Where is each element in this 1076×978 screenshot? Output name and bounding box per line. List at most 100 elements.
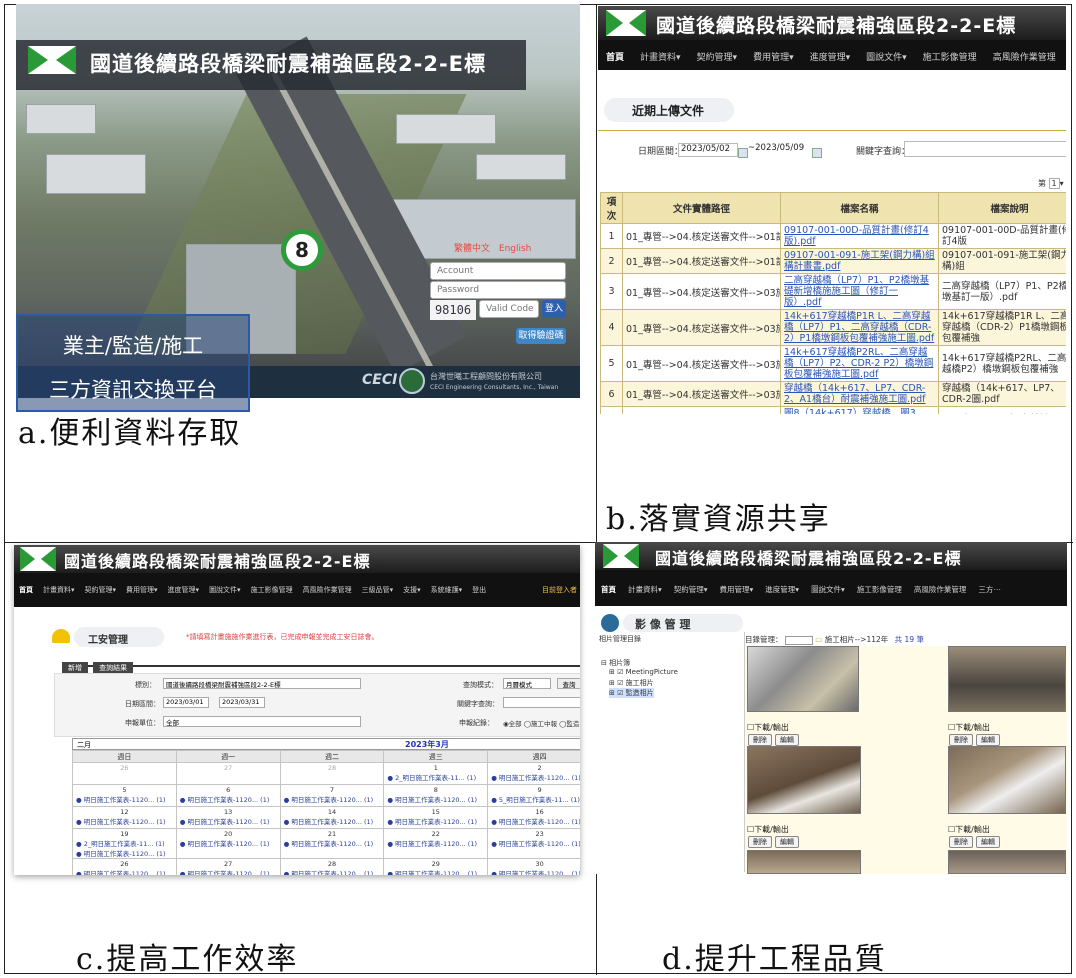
calendar-day[interactable]: 19 ● 2_明日施工作業表-11... (1) ● 明日施工作業表-1120...… (72, 828, 177, 859)
nav-item[interactable]: 施工影像管理 (915, 40, 985, 63)
calendar-day[interactable]: 27 (175, 762, 281, 785)
nav-item[interactable]: 三方⋯ (1064, 40, 1066, 63)
calendar-event[interactable]: ● 明日施工作業表-1120... (1) (73, 848, 176, 858)
calendar-event[interactable]: ● 明日施工作業表-1120... (1) (488, 816, 580, 826)
calendar-event[interactable]: ● 明日施工作業表-1120... (1) (177, 794, 280, 804)
calendar-day[interactable]: 23 ● 明日施工作業表-1120... (1) (487, 828, 580, 859)
delete-button[interactable]: 刪除 (748, 734, 772, 746)
calendar-day[interactable]: 26 (72, 762, 177, 785)
calendar-day[interactable]: 26 ● 明日施工作業表-1120... (1) (72, 858, 177, 875)
photo-download[interactable]: ☐下載/輸出 (747, 824, 789, 835)
calendar-day[interactable]: 2 ● 明日施工作業表-1120... (1) (487, 762, 580, 785)
mode-select[interactable]: 月曆模式 (503, 678, 551, 689)
calendar-day[interactable]: 9 ● 5_明日施工作業表-11... (1) (487, 784, 580, 807)
calendar-event[interactable]: ● 2_明日施工作業表-11... (1) (73, 838, 176, 848)
prev-month-link[interactable]: 二月 (77, 740, 91, 750)
delete-button[interactable]: 刪除 (748, 836, 772, 848)
nav-item[interactable]: 進度管理▾ (802, 40, 859, 63)
photo-download[interactable]: ☐下載/輸出 (948, 722, 990, 733)
nav-item[interactable]: 系統維護▾ (426, 573, 468, 595)
nav-item[interactable]: 圖說文件▾ (805, 570, 851, 595)
calendar-day[interactable]: 7 ● 明日施工作業表-1120... (1) (279, 784, 385, 807)
keyword-input[interactable] (904, 141, 1066, 157)
unit-select[interactable]: 全部 (163, 716, 361, 727)
calendar-event[interactable]: ● 明日施工作業表-1120... (1) (177, 816, 280, 826)
nav-item[interactable]: 計畫資料▾ (38, 573, 80, 595)
query-button[interactable]: 查詢 (557, 678, 580, 689)
calendar-event[interactable]: ● 2_明日施工作業表-11... (1) (384, 772, 487, 782)
calendar-event[interactable]: ● 明日施工作業表-1120... (1) (281, 794, 384, 804)
date-from-input[interactable]: 2023/03/01 (163, 697, 209, 708)
calendar-day[interactable]: 27 ● 明日施工作業表-1120... (1) (175, 858, 281, 875)
nav-item[interactable]: 圖說文件▾ (858, 40, 915, 63)
calendar-event[interactable]: ● 明日施工作業表-1120... (1) (281, 838, 384, 848)
site-photo[interactable] (948, 850, 1066, 874)
keyword-input[interactable] (503, 697, 580, 708)
dir-select[interactable] (784, 635, 813, 645)
nav-item[interactable]: 契約管理▾ (689, 40, 746, 63)
calendar-event[interactable]: ● 明日施工作業表-1120... (1) (281, 816, 384, 826)
nav-item[interactable]: 費用管理▾ (745, 40, 802, 63)
file-link[interactable]: 二高穿越橋（LP7）P1、P2橋墩基礎新增橋施施工圖（修訂一版）.pdf (780, 273, 939, 310)
file-link[interactable]: 14k+617穿越橋P2RL、二高穿越橋（LP7）P2、CDR-2 P2）橋墩鋼… (780, 345, 939, 382)
calendar-event[interactable]: ● 明日施工作業表-1120... (1) (281, 868, 384, 875)
nav-item[interactable]: 計畫資料▾ (622, 570, 668, 595)
calendar-event[interactable]: ● 明日施工作業表-1120... (1) (73, 816, 176, 826)
calendar-day[interactable]: 22 ● 明日施工作業表-1120... (1) (383, 828, 489, 859)
site-photo[interactable] (948, 746, 1066, 814)
calendar-day[interactable]: 13 ● 明日施工作業表-1120... (1) (175, 806, 281, 829)
nav-item[interactable]: 施工影像管理 (246, 573, 298, 595)
calendar-day[interactable]: 5 ● 明日施工作業表-1120... (1) (72, 784, 177, 807)
calendar-event[interactable]: ● 明日施工作業表-1120... (1) (488, 772, 580, 782)
photo-download[interactable]: ☐下載/輸出 (948, 824, 990, 835)
nav-item[interactable]: 進度管理▾ (759, 570, 805, 595)
site-photo[interactable] (747, 646, 859, 712)
delete-button[interactable]: 刪除 (949, 836, 973, 848)
nav-item[interactable]: 進度管理▾ (163, 573, 205, 595)
calendar-event[interactable]: ● 明日施工作業表-1120... (1) (488, 838, 580, 848)
calendar-event[interactable]: ● 5_明日施工作業表-11... (1) (488, 794, 580, 804)
edit-button[interactable]: 編輯 (775, 734, 799, 746)
valid-code-input[interactable] (479, 300, 539, 318)
calendar-event[interactable]: ● 明日施工作業表-1120... (1) (488, 868, 580, 875)
nav-item[interactable]: 圖說文件▾ (204, 573, 246, 595)
calendar-day[interactable]: 8 ● 明日施工作業表-1120... (1) (383, 784, 489, 807)
calendar-day[interactable]: 28 (279, 762, 385, 785)
tree-root[interactable]: ⊟ 相片簿 (601, 658, 630, 668)
nav-item[interactable]: 施工影像管理 (851, 570, 908, 595)
edit-button[interactable]: 編輯 (775, 836, 799, 848)
calendar-day[interactable]: 20 ● 明日施工作業表-1120... (1) (175, 828, 281, 859)
file-link[interactable]: 圖8（14k+617）穿越橋、圖3（LP7 P1）穿越橋基礎保水澆灌圖施工圖.p… (780, 406, 939, 414)
file-link[interactable]: 14k+617穿越橋P1R L、二高穿越橋（LP7）P1、二高穿越橋（CDR-2… (780, 309, 939, 346)
site-photo[interactable] (747, 746, 861, 814)
password-input[interactable] (430, 281, 566, 299)
nav-item[interactable]: 三方⋯ (972, 570, 1007, 595)
calendar-event[interactable]: ● 明日施工作業表-1120... (1) (177, 868, 280, 875)
calendar-event[interactable]: ● 明日施工作業表-1120... (1) (73, 794, 176, 804)
page-selector[interactable]: 第 1 ▾ (1038, 178, 1064, 189)
edit-button[interactable]: 編輯 (976, 734, 1000, 746)
calendar-day[interactable]: 14 ● 明日施工作業表-1120... (1) (279, 806, 385, 829)
tree-item[interactable]: ⊞ ☑ 施工相片 (609, 678, 654, 688)
date-to-input[interactable]: 2023/03/31 (219, 697, 265, 708)
calendar-day[interactable]: 12 ● 明日施工作業表-1120... (1) (72, 806, 177, 829)
nav-item[interactable]: 首頁 (14, 573, 38, 595)
calendar-day[interactable]: 29 ● 明日施工作業表-1120... (1) (383, 858, 489, 875)
nav-item[interactable]: 高風險作業管理 (908, 570, 973, 595)
nav-item[interactable]: 契約管理▾ (80, 573, 122, 595)
nav-item[interactable]: 契約管理▾ (668, 570, 714, 595)
date-from-input[interactable]: 2023/05/02 (678, 143, 738, 157)
nav-item[interactable]: 高風險作業管理 (985, 40, 1064, 63)
photo-download[interactable]: ☐下載/輸出 (747, 722, 789, 733)
nav-item[interactable]: 費用管理▾ (714, 570, 760, 595)
calendar-event[interactable]: ● 明日施工作業表-1120... (1) (384, 838, 487, 848)
login-button[interactable]: 登入 (542, 300, 566, 318)
calendar-icon[interactable] (812, 148, 822, 158)
calendar-event[interactable]: ● 明日施工作業表-1120... (1) (73, 868, 176, 875)
get-code-button[interactable]: 取得驗證碼 (516, 328, 566, 344)
calendar-day[interactable]: 6 ● 明日施工作業表-1120... (1) (175, 784, 281, 807)
project-select[interactable]: 國道後續路段橋梁耐震補強區段2-2-E標 (163, 678, 361, 689)
nav-item[interactable]: 登出 (467, 573, 491, 595)
calendar-event[interactable]: ● 明日施工作業表-1120... (1) (384, 794, 487, 804)
language-switcher[interactable]: 繁體中文 English (454, 241, 531, 254)
